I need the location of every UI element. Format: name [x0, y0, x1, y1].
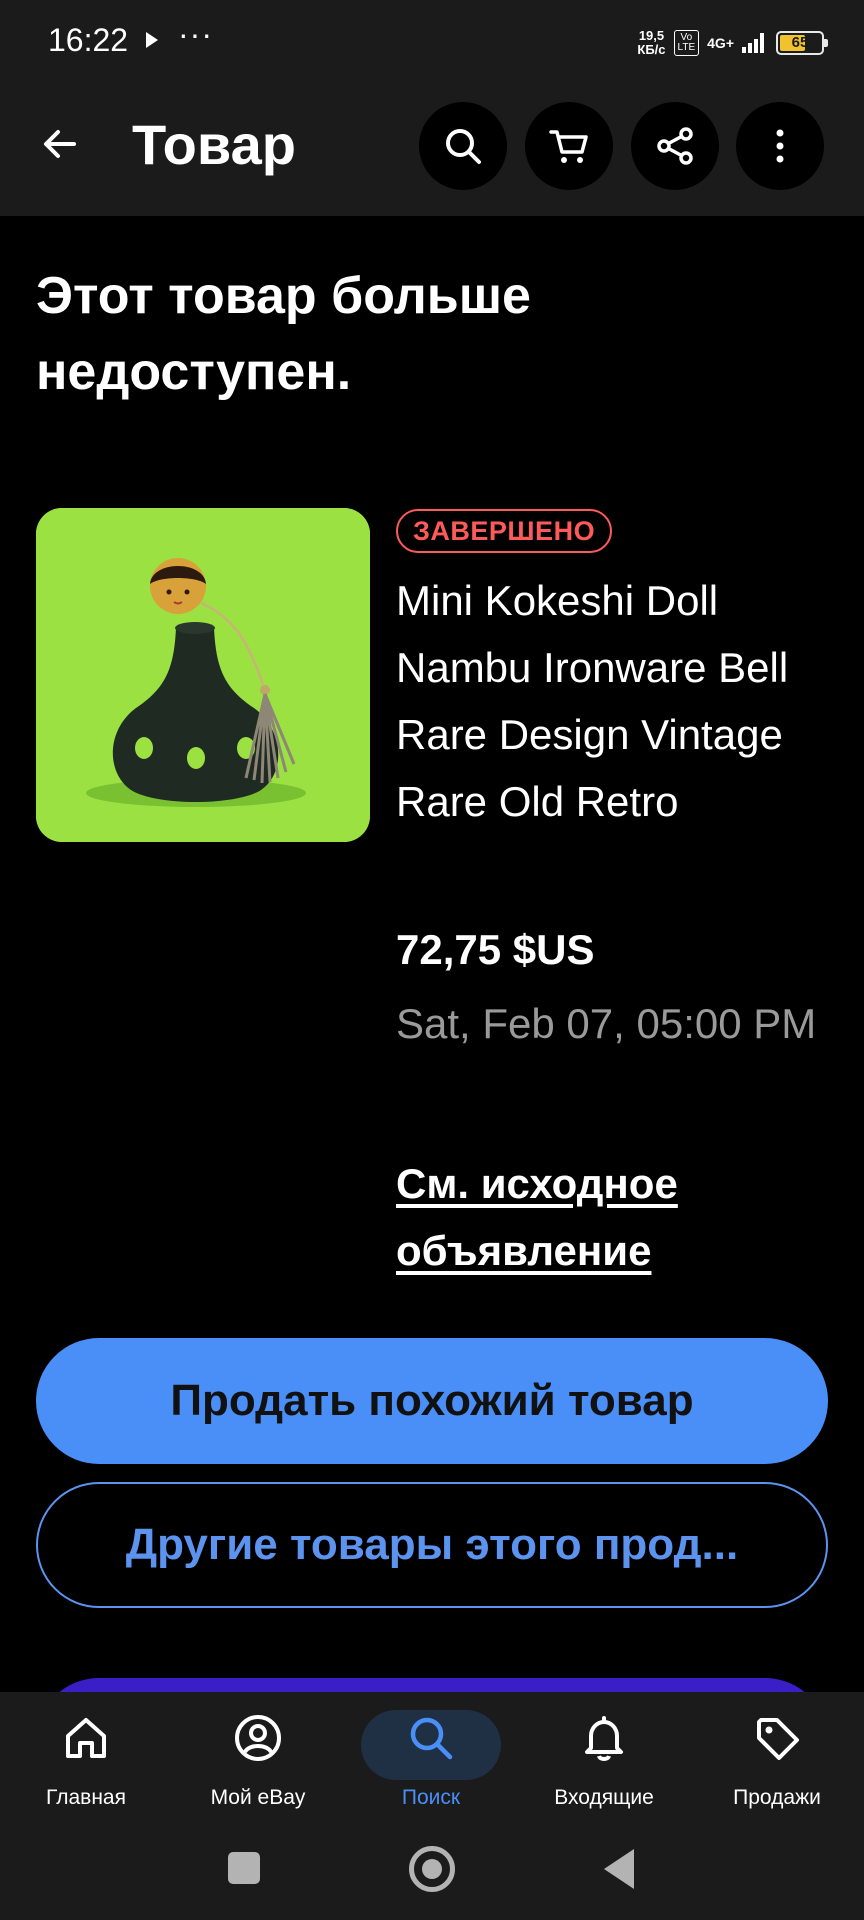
status-badge: ЗАВЕРШЕНО [396, 509, 613, 553]
battery-icon: 65 [776, 31, 828, 55]
more-options-button[interactable] [736, 102, 824, 190]
nav-search[interactable]: Поиск [345, 1692, 517, 1828]
network-speed: 19,5 КБ/с [637, 29, 665, 57]
network-type: 4G+ [707, 35, 734, 51]
bell-icon [576, 1710, 632, 1766]
nav-search-label: Поиск [401, 1786, 461, 1809]
tag-icon [749, 1710, 805, 1766]
back-arrow-icon [44, 130, 76, 158]
share-icon [657, 127, 693, 165]
nav-home[interactable]: Главная [0, 1692, 172, 1828]
item-price: 72,75 $US [396, 926, 595, 973]
original-listing-link[interactable]: См. исходное объявление [396, 1150, 836, 1284]
nav-selling-label: Продажи [733, 1786, 821, 1809]
app-bar: Товар [0, 88, 864, 216]
search-icon [446, 129, 481, 164]
play-notification-icon [146, 32, 158, 48]
network-speed-value: 19,5 [638, 28, 665, 43]
volte-icon: Vo LTE [673, 30, 700, 56]
system-back-button[interactable] [604, 1849, 634, 1889]
item-title: Mini Kokeshi Doll Nambu Ironware Bell Ra… [396, 577, 789, 825]
status-bar: 16:22 ··· 19,5 КБ/с Vo LTE 4G+ 65 [0, 0, 864, 88]
volte-bottom: LTE [677, 42, 696, 53]
signal-icon [742, 33, 764, 53]
system-navigation-bar [0, 1828, 864, 1920]
status-time: 16:22 [48, 22, 129, 58]
account-icon [230, 1710, 286, 1766]
sell-similar-button[interactable]: Продать похожий товар [36, 1338, 828, 1464]
home-icon [58, 1710, 114, 1766]
nav-inbox-label: Входящие [554, 1786, 654, 1809]
cart-icon [549, 130, 588, 163]
nav-my-ebay-label: Мой eBay [210, 1786, 306, 1809]
nav-home-label: Главная [46, 1786, 126, 1809]
share-button[interactable] [631, 102, 719, 190]
home-button[interactable] [409, 1846, 455, 1892]
end-date: Sat, Feb 07, 05:00 PM [396, 1000, 817, 1047]
unavailable-message: Этот товар больше недоступен. [36, 267, 531, 401]
bottom-navigation: Главная Мой eBay Поиск Входящие Продажи [0, 1692, 864, 1828]
back-button[interactable] [36, 120, 84, 168]
status-indicators: 19,5 КБ/с Vo LTE 4G+ 65 [637, 26, 828, 60]
seller-other-items-button[interactable]: Другие товары этого прод... [36, 1482, 828, 1608]
battery-level: 65 [791, 34, 809, 51]
more-notifications-icon: ··· [178, 16, 213, 52]
page-title: Товар [132, 113, 296, 176]
kokeshi-bell-illustration [36, 508, 370, 842]
nav-selling[interactable]: Продажи [691, 1692, 863, 1828]
cart-button[interactable] [525, 102, 613, 190]
nav-inbox[interactable]: Входящие [518, 1692, 690, 1828]
more-vert-icon [776, 129, 784, 163]
search-icon [403, 1710, 459, 1766]
recent-apps-button[interactable] [228, 1852, 260, 1884]
item-image[interactable] [36, 508, 370, 842]
nav-my-ebay[interactable]: Мой eBay [172, 1692, 344, 1828]
search-button[interactable] [419, 102, 507, 190]
network-speed-unit: КБ/с [637, 42, 666, 57]
